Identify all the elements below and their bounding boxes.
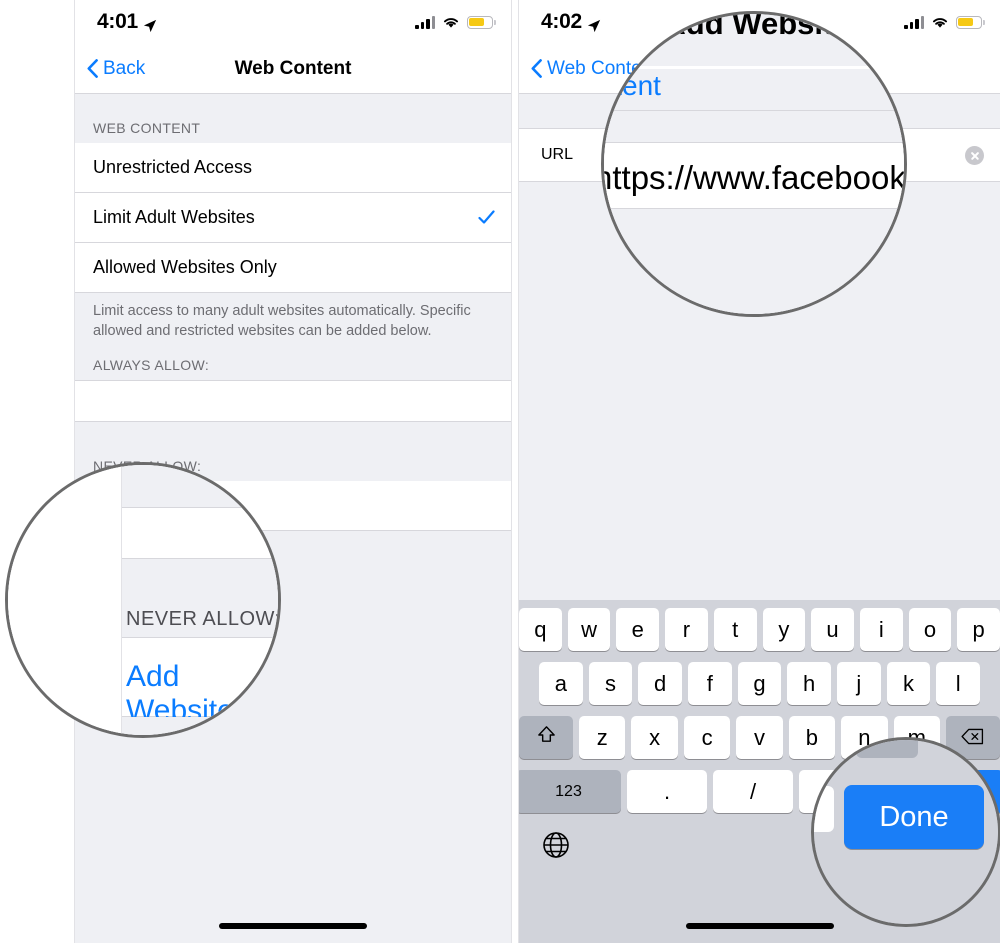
list-item-allowed-websites-only[interactable]: Allowed Websites Only xyxy=(75,243,511,293)
key-s[interactable]: s xyxy=(588,662,633,705)
back-button-left[interactable]: Back xyxy=(75,58,145,80)
mag-done-label: Done xyxy=(879,800,949,833)
key-f[interactable]: f xyxy=(688,662,732,705)
section-header-always-allow: ALWAYS ALLOW: xyxy=(75,343,511,380)
key-y[interactable]: y xyxy=(762,608,806,651)
mag-form-gap xyxy=(604,111,904,142)
status-time-value-left: 4:01 xyxy=(97,10,138,33)
add-website-magnifier: NEVER ALLOW: Add Website xyxy=(5,462,281,738)
always-allow-empty-cell[interactable] xyxy=(75,380,511,422)
key-v[interactable]: v xyxy=(736,716,783,759)
section-header-web-content: WEB CONTENT xyxy=(75,94,511,143)
status-time-left: 4:01 xyxy=(97,10,157,34)
status-icons-left xyxy=(415,15,496,29)
key-j[interactable]: j xyxy=(837,662,881,705)
status-time-value-right: 4:02 xyxy=(541,10,582,33)
done-key-magnifier: n .com Done xyxy=(811,737,1000,927)
shift-arrow-icon xyxy=(536,724,557,751)
magnifier-content: Add Website Web Content https://www.face… xyxy=(604,11,904,314)
checkmark-icon xyxy=(478,209,495,226)
period-key[interactable]: . xyxy=(627,770,707,813)
back-button-label-left: Back xyxy=(103,57,146,79)
status-icons-right xyxy=(904,15,985,29)
magnifier-content: NEVER ALLOW: Add Website xyxy=(8,465,281,735)
key-x[interactable]: x xyxy=(631,716,678,759)
list-item-label: Limit Adult Websites xyxy=(93,207,255,227)
battery-icon xyxy=(467,15,496,29)
wifi-icon xyxy=(931,15,949,29)
url-field-label: URL xyxy=(541,146,574,163)
mag-blank-cell[interactable] xyxy=(122,507,278,559)
location-arrow-icon xyxy=(143,15,157,33)
mag-phone-edge xyxy=(121,465,122,735)
key-t[interactable]: t xyxy=(713,608,757,651)
mag-section-header-never-allow: NEVER ALLOW: xyxy=(126,608,281,630)
list-item-limit-adult-websites[interactable]: Limit Adult Websites xyxy=(75,193,511,243)
clear-circle-icon[interactable] xyxy=(965,145,984,165)
slash-key[interactable]: / xyxy=(713,770,793,813)
key-e[interactable]: e xyxy=(616,608,660,651)
section-gap xyxy=(75,422,511,444)
key-d[interactable]: d xyxy=(638,662,682,705)
mag-dotcom-key[interactable] xyxy=(814,786,834,832)
mag-neighbor-n-key[interactable] xyxy=(814,740,834,768)
mag-navbar-fill xyxy=(604,66,904,69)
key-o[interactable]: o xyxy=(908,608,952,651)
key-z[interactable]: z xyxy=(579,716,626,759)
mag-back-label: Web Content xyxy=(604,70,661,101)
mag-url-value[interactable]: https://www.facebook xyxy=(604,159,904,197)
key-a[interactable]: a xyxy=(538,662,583,705)
chevron-left-icon xyxy=(531,59,542,78)
shift-key[interactable] xyxy=(519,716,574,759)
key-g[interactable]: g xyxy=(737,662,782,705)
mag-below-fill xyxy=(604,210,904,314)
key-u[interactable]: u xyxy=(811,608,854,651)
nav-bar-left: Back Web Content xyxy=(75,44,511,94)
cellular-bars-icon xyxy=(904,15,924,29)
battery-icon xyxy=(956,15,985,29)
url-field-magnifier: Add Website Web Content https://www.face… xyxy=(601,11,907,317)
mag-bottom-gap xyxy=(122,717,278,735)
key-l[interactable]: l xyxy=(936,662,981,705)
key-q[interactable]: q xyxy=(519,608,562,651)
key-k[interactable]: k xyxy=(886,662,931,705)
home-indicator-left xyxy=(219,923,367,929)
wifi-icon xyxy=(442,15,460,29)
home-indicator-right xyxy=(685,923,834,929)
section-footnote-web-content: Limit access to many adult websites auto… xyxy=(75,293,511,343)
key-p[interactable]: p xyxy=(957,608,1000,651)
mag-delete-key[interactable] xyxy=(856,740,918,758)
location-arrow-icon xyxy=(587,15,601,33)
status-bar-left: 4:01 xyxy=(75,0,511,44)
mag-outside-left xyxy=(8,465,122,735)
status-time-right: 4:02 xyxy=(541,10,601,34)
key-w[interactable]: w xyxy=(567,608,611,651)
key-c[interactable]: c xyxy=(683,716,731,759)
numbers-key[interactable]: 123 xyxy=(519,770,621,813)
globe-icon[interactable] xyxy=(541,830,571,860)
mag-page-title: Add Website xyxy=(663,11,851,41)
key-r[interactable]: r xyxy=(665,608,708,651)
list-item-label: Allowed Websites Only xyxy=(93,257,277,277)
cellular-bars-icon xyxy=(415,15,435,29)
key-i[interactable]: i xyxy=(859,608,903,651)
mag-gap xyxy=(122,465,278,507)
chevron-left-icon xyxy=(87,59,98,78)
keyboard-row-1: qwertyuiop xyxy=(519,608,1000,651)
keyboard-row-2: asdfghjkl xyxy=(519,662,1000,705)
magnifier-content: n .com Done xyxy=(814,740,998,924)
screenshot-stage: 4:01 Back Web Content WEB CONTENT Unrest… xyxy=(0,0,1000,943)
list-item-label: Unrestricted Access xyxy=(93,157,253,177)
list-item-unrestricted-access[interactable]: Unrestricted Access xyxy=(75,143,511,193)
mag-gap-2 xyxy=(122,559,278,609)
key-h[interactable]: h xyxy=(787,662,832,705)
